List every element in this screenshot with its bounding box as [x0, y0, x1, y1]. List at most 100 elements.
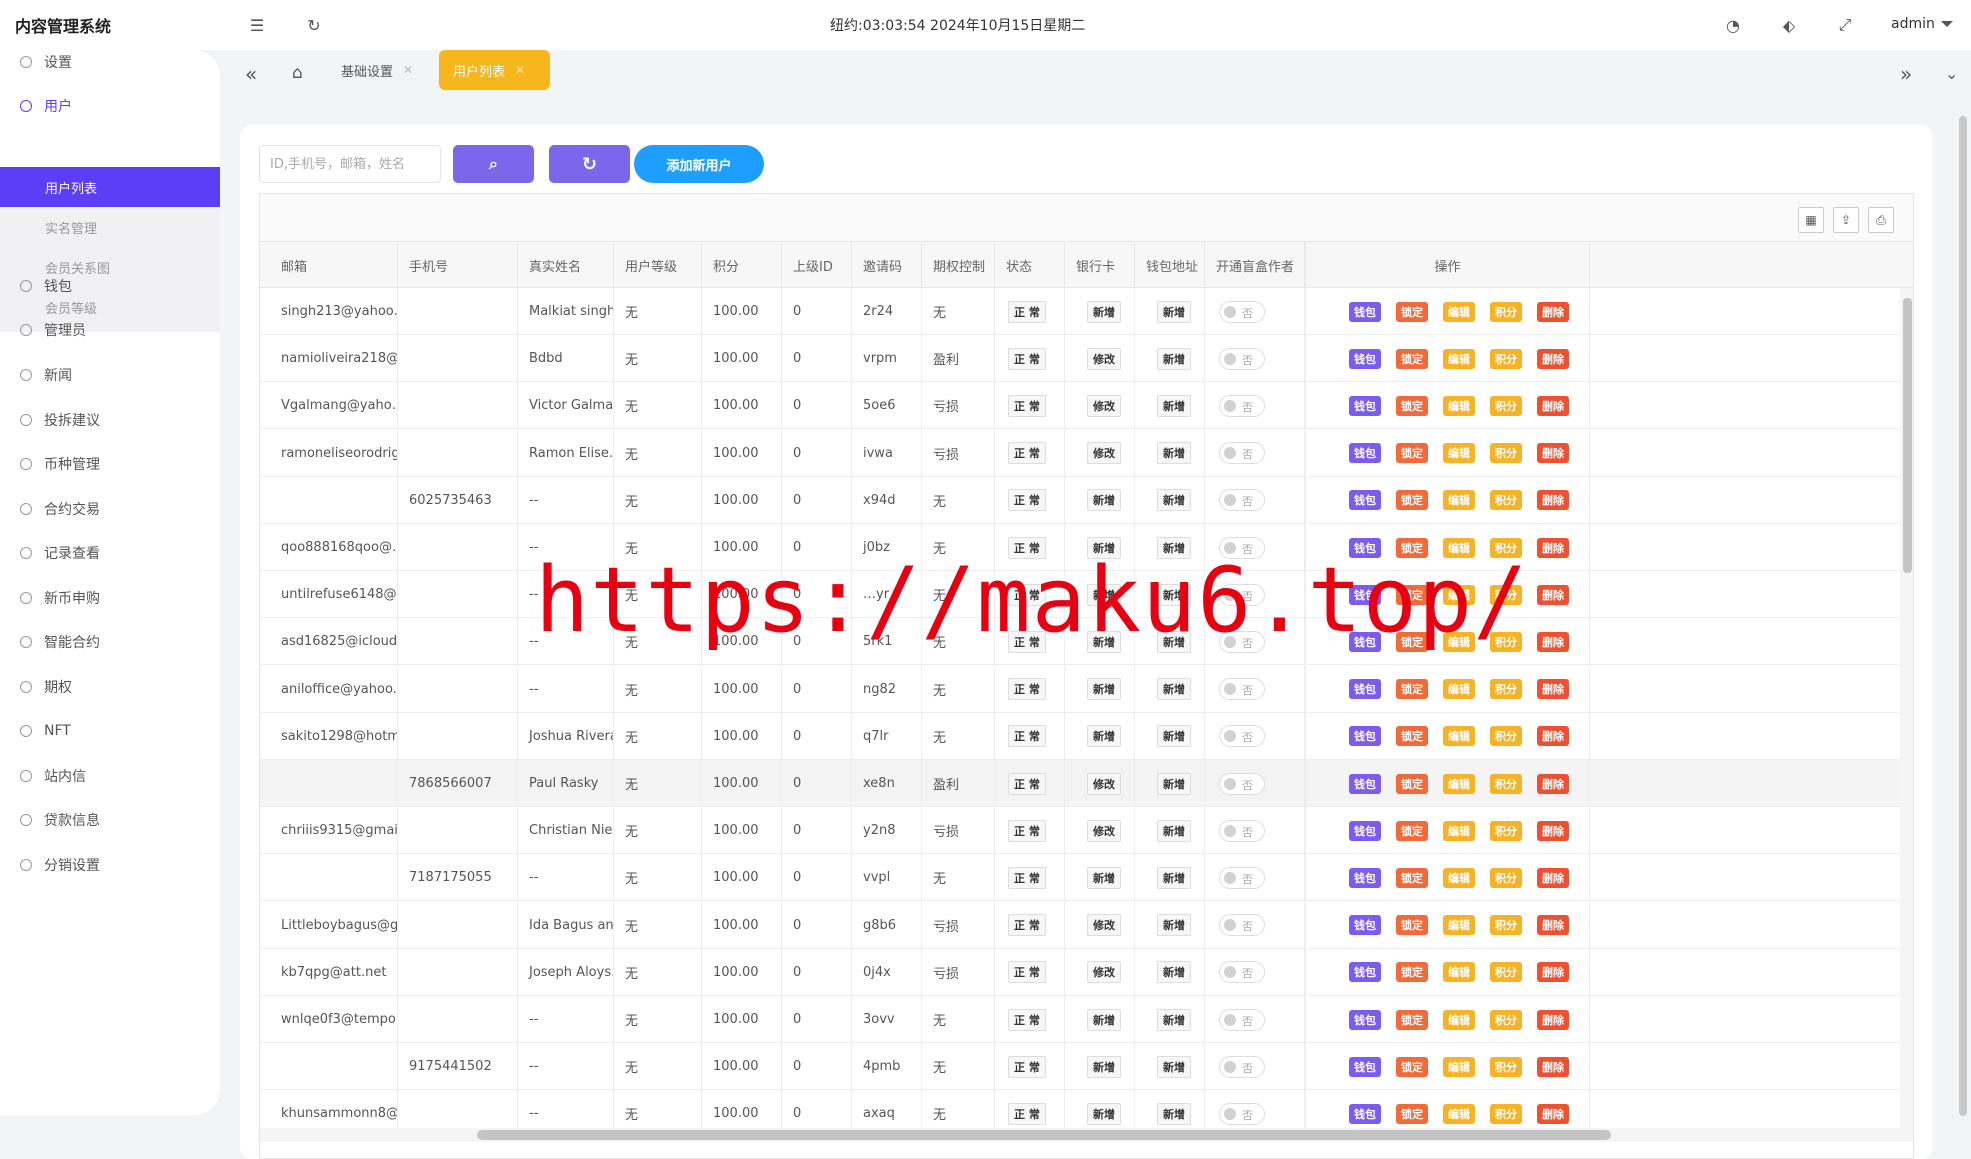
- blindbox-author-toggle[interactable]: 否: [1219, 1008, 1265, 1031]
- blindbox-author-toggle[interactable]: 否: [1219, 1102, 1265, 1125]
- lock-button[interactable]: 锁定: [1396, 395, 1428, 416]
- bank-card-button[interactable]: 修改: [1087, 394, 1121, 417]
- sidebar-item-10[interactable]: 智能合约: [0, 627, 220, 657]
- wallet-button[interactable]: 钱包: [1349, 773, 1381, 794]
- delete-button[interactable]: 删除: [1537, 443, 1569, 464]
- sidebar-item-6[interactable]: 币种管理: [0, 449, 220, 479]
- wallet-button[interactable]: 钱包: [1349, 820, 1381, 841]
- edit-button[interactable]: 编辑: [1443, 490, 1475, 511]
- print-icon[interactable]: ⎙: [1868, 207, 1894, 233]
- wallet-button[interactable]: 钱包: [1349, 726, 1381, 747]
- points-button[interactable]: 积分: [1490, 443, 1522, 464]
- bank-card-button[interactable]: 修改: [1087, 347, 1121, 370]
- lock-button[interactable]: 锁定: [1396, 962, 1428, 983]
- table-row[interactable]: chriiis9315@gmail… Christian Nie…无100.000…: [260, 807, 1900, 855]
- column-header[interactable]: 真实姓名: [518, 242, 614, 288]
- sidebar-item-5[interactable]: 投拆建议: [0, 405, 220, 435]
- home-icon[interactable]: ⌂: [292, 63, 303, 83]
- points-button[interactable]: 积分: [1490, 348, 1522, 369]
- table-row[interactable]: Vgalmang@yaho… Victor Galman 无 100.00 0 5oe6 亏…: [260, 382, 1900, 430]
- submenu-item-user-list[interactable]: 用户列表: [0, 167, 220, 207]
- bank-card-button[interactable]: 新增: [1087, 866, 1121, 889]
- delete-button[interactable]: 删除: [1537, 584, 1569, 605]
- lock-button[interactable]: 锁定: [1396, 1009, 1428, 1030]
- points-button[interactable]: 积分: [1490, 962, 1522, 983]
- points-button[interactable]: 积分: [1490, 820, 1522, 841]
- wallet-address-button[interactable]: 新增: [1157, 536, 1191, 559]
- table-row[interactable]: kb7qpg@att.net Joseph Aloys…无100.0000j4x亏…: [260, 948, 1900, 996]
- points-button[interactable]: 积分: [1490, 915, 1522, 936]
- sidebar-item-14[interactable]: 贷款信息: [0, 805, 220, 835]
- edit-button[interactable]: 编辑: [1443, 584, 1475, 605]
- scroll-thumb[interactable]: [1959, 116, 1967, 1116]
- lock-button[interactable]: 锁定: [1396, 490, 1428, 511]
- bank-card-button[interactable]: 修改: [1087, 961, 1121, 984]
- edit-button[interactable]: 编辑: [1443, 348, 1475, 369]
- blindbox-author-toggle[interactable]: 否: [1219, 1055, 1265, 1078]
- export-icon[interactable]: ⇪: [1833, 207, 1859, 233]
- bank-card-button[interactable]: 修改: [1087, 442, 1121, 465]
- delete-button[interactable]: 删除: [1537, 348, 1569, 369]
- wallet-address-button[interactable]: 新增: [1157, 347, 1191, 370]
- blindbox-author-toggle[interactable]: 否: [1219, 961, 1265, 984]
- wallet-button[interactable]: 钱包: [1349, 1009, 1381, 1030]
- wallet-button[interactable]: 钱包: [1349, 537, 1381, 558]
- wallet-button[interactable]: 钱包: [1349, 584, 1381, 605]
- points-button[interactable]: 积分: [1490, 631, 1522, 652]
- wallet-button[interactable]: 钱包: [1349, 443, 1381, 464]
- wallet-address-button[interactable]: 新增: [1157, 1102, 1191, 1125]
- edit-button[interactable]: 编辑: [1443, 820, 1475, 841]
- bank-card-button[interactable]: 新增: [1087, 725, 1121, 748]
- column-header[interactable]: 手机号: [398, 242, 518, 288]
- lock-button[interactable]: 锁定: [1396, 1103, 1428, 1124]
- sidebar-item-4[interactable]: 新闻: [0, 360, 220, 390]
- column-header[interactable]: 邮箱: [270, 242, 398, 288]
- blindbox-author-toggle[interactable]: 否: [1219, 630, 1265, 653]
- edit-button[interactable]: 编辑: [1443, 1056, 1475, 1077]
- columns-filter-icon[interactable]: ▦: [1798, 207, 1824, 233]
- table-row[interactable]: 9175441502 -- 无 100.00 0 4pmb 无正 常新增 新增否钱包 锁定 编辑积…: [260, 1043, 1900, 1091]
- palette-icon[interactable]: ◔: [1722, 14, 1744, 36]
- column-header[interactable]: 期权控制: [922, 242, 995, 288]
- blindbox-author-toggle[interactable]: 否: [1219, 347, 1265, 370]
- table-row[interactable]: wnlqe0f3@tempor…--无100.0003ovv无正 常新增新增否钱…: [260, 996, 1900, 1043]
- bank-card-button[interactable]: 新增: [1087, 536, 1121, 559]
- blindbox-author-toggle[interactable]: 否: [1219, 819, 1265, 842]
- blindbox-author-toggle[interactable]: 否: [1219, 678, 1265, 701]
- wallet-address-button[interactable]: 新增: [1157, 914, 1191, 937]
- column-header[interactable]: 用户等级: [614, 242, 702, 288]
- edit-button[interactable]: 编辑: [1443, 395, 1475, 416]
- wallet-button[interactable]: 钱包: [1349, 1103, 1381, 1124]
- wallet-address-button[interactable]: 新增: [1157, 866, 1191, 889]
- lock-button[interactable]: 锁定: [1396, 915, 1428, 936]
- lock-button[interactable]: 锁定: [1396, 1056, 1428, 1077]
- tab-basic-settings[interactable]: 基础设置 ✕: [341, 50, 413, 90]
- column-header[interactable]: 邀请码: [852, 242, 922, 288]
- search-input[interactable]: [259, 145, 441, 183]
- bank-card-button[interactable]: 新增: [1087, 1055, 1121, 1078]
- wallet-button[interactable]: 钱包: [1349, 348, 1381, 369]
- lock-button[interactable]: 锁定: [1396, 301, 1428, 322]
- wallet-button[interactable]: 钱包: [1349, 962, 1381, 983]
- tab-scroll-left-icon[interactable]: «: [245, 62, 257, 86]
- refresh-button[interactable]: ↻: [549, 145, 630, 183]
- close-icon[interactable]: ✕: [403, 63, 413, 77]
- delete-button[interactable]: 删除: [1537, 820, 1569, 841]
- blindbox-author-toggle[interactable]: 否: [1219, 489, 1265, 512]
- sidebar-item-3[interactable]: 管理员: [0, 315, 220, 345]
- sidebar-item-8[interactable]: 记录查看: [0, 538, 220, 568]
- points-button[interactable]: 积分: [1490, 679, 1522, 700]
- table-row[interactable]: sakito1298@hotm…Joshua Rivera无100.000q7l…: [260, 712, 1900, 760]
- table-row[interactable]: ramoneliseorodrig… Ramon Elise…无100.000iv…: [260, 429, 1900, 477]
- delete-button[interactable]: 删除: [1537, 962, 1569, 983]
- bank-card-button[interactable]: 新增: [1087, 300, 1121, 323]
- delete-button[interactable]: 删除: [1537, 395, 1569, 416]
- points-button[interactable]: 积分: [1490, 395, 1522, 416]
- wallet-address-button[interactable]: 新增: [1157, 394, 1191, 417]
- lock-button[interactable]: 锁定: [1396, 584, 1428, 605]
- edit-button[interactable]: 编辑: [1443, 631, 1475, 652]
- points-button[interactable]: 积分: [1490, 584, 1522, 605]
- table-row[interactable]: untilrefuse6148@… -- 无 100.00 0 …yr 无正 常新增 新增否钱…: [260, 571, 1900, 619]
- blindbox-author-toggle[interactable]: 否: [1219, 300, 1265, 323]
- wallet-address-button[interactable]: 新增: [1157, 819, 1191, 842]
